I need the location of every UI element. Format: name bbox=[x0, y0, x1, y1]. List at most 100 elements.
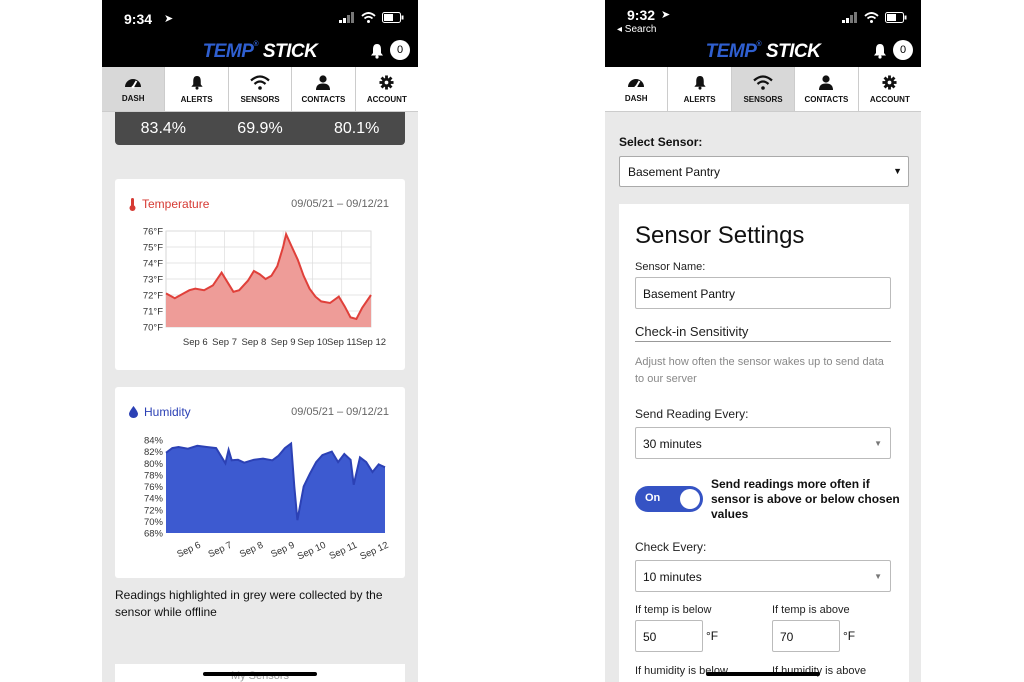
temp-above-label: If temp is above bbox=[772, 604, 850, 616]
gauge-icon bbox=[627, 75, 645, 89]
tab-account[interactable]: ACCOUNT bbox=[859, 67, 921, 111]
temp-above-input[interactable]: 70 bbox=[772, 620, 840, 652]
x-tick-label: Sep 11 bbox=[327, 337, 356, 348]
tab-label: ALERTS bbox=[180, 94, 213, 104]
notification-count-badge[interactable]: 0 bbox=[893, 40, 913, 60]
tab-alerts[interactable]: ALERTS bbox=[165, 67, 229, 111]
tab-contacts[interactable]: CONTACTS bbox=[292, 67, 356, 111]
main-tab-bar: DASH ALERTS SENSORS CONTACTS ACCOUNT bbox=[102, 67, 418, 112]
tab-dash[interactable]: DASH bbox=[605, 67, 669, 111]
status-bar: 9:32 ➤ ◂ Search bbox=[605, 0, 921, 40]
offline-readings-note: Readings highlighted in grey were collec… bbox=[115, 588, 383, 619]
tab-sensors[interactable]: SENSORS bbox=[731, 67, 796, 111]
temp-above-unit: °F bbox=[843, 629, 856, 643]
wifi-icon bbox=[753, 74, 773, 90]
check-in-description: Adjust how often the sensor wakes up to … bbox=[635, 356, 884, 385]
x-tick-label: Sep 6 bbox=[175, 540, 202, 560]
tab-dash[interactable]: DASH bbox=[102, 67, 166, 111]
temperature-chart: 70°F 71°F 72°F 73°F 74°F 75°F 76°F Sep 6 Sep 7 Se… bbox=[143, 227, 386, 349]
signal-icon bbox=[339, 12, 354, 23]
y-tick-label: 75°F bbox=[143, 243, 163, 254]
y-tick-label: 78% bbox=[144, 470, 164, 481]
dropdown-arrow-icon: ▼ bbox=[893, 166, 902, 176]
person-icon bbox=[819, 74, 834, 90]
y-tick-label: 82% bbox=[144, 447, 164, 458]
send-reading-every-select[interactable]: 30 minutes ▼ bbox=[635, 427, 891, 459]
tab-label: CONTACTS bbox=[804, 94, 849, 104]
series-area bbox=[166, 234, 371, 327]
sensor-settings-title: Sensor Settings bbox=[635, 222, 805, 249]
select-sensor-label: Select Sensor: bbox=[619, 135, 703, 149]
x-tick-label: Sep 10 bbox=[296, 540, 328, 563]
wifi-icon bbox=[250, 74, 270, 90]
humidity-card: Humidity 09/05/21 – 09/12/21 68% 70% 72% 74… bbox=[115, 387, 405, 578]
x-tick-label: Sep 8 bbox=[238, 540, 265, 560]
battery-icon bbox=[885, 12, 907, 23]
gauge-icon bbox=[124, 75, 142, 89]
tab-label: SENSORS bbox=[240, 94, 280, 104]
check-every-value: 10 minutes bbox=[643, 570, 702, 584]
signal-icon bbox=[842, 12, 857, 23]
check-every-label: Check Every: bbox=[635, 540, 707, 554]
send-more-often-toggle[interactable]: On bbox=[635, 486, 703, 512]
phone-sensor-settings: 9:32 ➤ ◂ Search TEMP® STICK 0 DASH ALERTS… bbox=[605, 0, 921, 682]
status-time: 9:34 bbox=[124, 11, 153, 27]
temp-below-label: If temp is below bbox=[635, 604, 712, 616]
gear-icon bbox=[882, 74, 897, 90]
x-tick-label: Sep 8 bbox=[241, 337, 266, 348]
humidity-chart: 68%70%72%74%76%78%80%82%84%Sep 6 Sep 7 Sep… bbox=[144, 436, 390, 563]
tab-label: ACCOUNT bbox=[366, 94, 407, 104]
tab-alerts[interactable]: ALERTS bbox=[668, 67, 732, 111]
app-header: TEMP® STICK 0 bbox=[605, 40, 921, 67]
select-sensor-dropdown[interactable]: Basement Pantry ▼ bbox=[619, 156, 909, 187]
tab-account[interactable]: ACCOUNT bbox=[356, 67, 418, 111]
humidity-summary-strip: 83.4% 69.9% 80.1% bbox=[115, 112, 405, 145]
dropdown-arrow-icon: ▼ bbox=[874, 572, 882, 581]
person-icon bbox=[316, 74, 331, 90]
toggle-knob[interactable] bbox=[680, 489, 700, 509]
x-tick-label: Sep 12 bbox=[358, 540, 390, 563]
battery-icon bbox=[382, 12, 404, 23]
tab-sensors[interactable]: SENSORS bbox=[229, 67, 293, 111]
home-indicator[interactable] bbox=[203, 672, 317, 676]
send-more-often-description: Send readings more often if sensor is ab… bbox=[711, 477, 900, 521]
phone-dashboard: 9:34 ➤ TEMP® STICK 0 DASH ALERTS SENSORS CO… bbox=[102, 0, 418, 682]
temperature-card: Temperature 09/05/21 – 09/12/21 70°F 71°F… bbox=[115, 179, 405, 370]
location-arrow-icon: ➤ bbox=[661, 9, 671, 21]
home-indicator[interactable] bbox=[706, 672, 820, 676]
dropdown-arrow-icon: ▼ bbox=[874, 439, 882, 448]
tab-label: ALERTS bbox=[683, 94, 716, 104]
x-tick-label: Sep 6 bbox=[183, 337, 208, 348]
main-tab-bar: DASH ALERTS SENSORS CONTACTS ACCOUNT bbox=[605, 67, 921, 112]
notification-bell-icon[interactable] bbox=[873, 43, 887, 59]
y-tick-label: 70% bbox=[144, 517, 164, 528]
y-tick-label: 71°F bbox=[143, 307, 163, 318]
check-every-select[interactable]: 10 minutes ▼ bbox=[635, 560, 891, 592]
send-reading-every-label: Send Reading Every: bbox=[635, 407, 749, 421]
x-tick-label: Sep 10 bbox=[297, 337, 327, 348]
sensor-name-label: Sensor Name: bbox=[635, 261, 706, 273]
y-tick-label: 74% bbox=[144, 494, 164, 505]
status-bar: 9:34 ➤ bbox=[102, 0, 418, 40]
tab-label: DASH bbox=[624, 94, 648, 103]
y-tick-label: 80% bbox=[144, 459, 164, 470]
notification-count-badge[interactable]: 0 bbox=[390, 40, 410, 60]
x-tick-label: Sep 11 bbox=[328, 540, 359, 562]
y-tick-label: 70°F bbox=[143, 323, 163, 334]
sensor-settings-card: Sensor Settings Sensor Name: Basement Pa… bbox=[619, 204, 909, 682]
humidity-summary-value: 69.9% bbox=[237, 119, 283, 137]
bell-icon bbox=[693, 75, 707, 90]
temp-below-input[interactable]: 50 bbox=[635, 620, 703, 652]
bell-icon bbox=[190, 75, 204, 90]
y-tick-label: 74°F bbox=[143, 259, 163, 270]
wifi-status-icon bbox=[361, 12, 376, 23]
back-to-search-link[interactable]: ◂ Search bbox=[617, 24, 656, 35]
sensor-name-input[interactable]: Basement Pantry bbox=[635, 277, 891, 309]
send-reading-every-value: 30 minutes bbox=[643, 437, 702, 451]
app-header: TEMP® STICK 0 bbox=[102, 40, 418, 67]
tab-label: ACCOUNT bbox=[869, 94, 910, 104]
tab-contacts[interactable]: CONTACTS bbox=[795, 67, 859, 111]
notification-bell-icon[interactable] bbox=[370, 43, 384, 59]
x-tick-label: Sep 7 bbox=[207, 540, 234, 560]
location-arrow-icon: ➤ bbox=[164, 13, 174, 25]
